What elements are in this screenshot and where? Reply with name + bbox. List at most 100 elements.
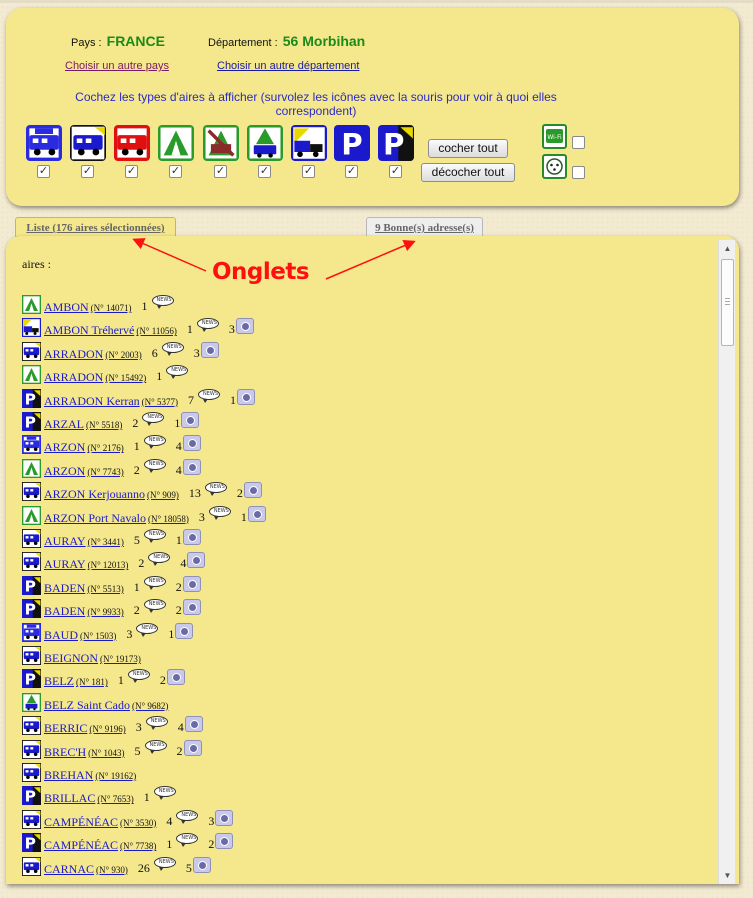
site-link[interactable]: AMBON Tréhervé (N° 11056) <box>44 323 177 338</box>
comment-bubble-icon[interactable]: NEWS <box>166 365 189 380</box>
comment-bubble-icon[interactable]: NEWS <box>198 388 220 403</box>
comment-bubble-icon[interactable]: NEWS <box>196 318 219 333</box>
motorhome-paid-icon[interactable] <box>114 125 150 161</box>
site-link[interactable]: ARRADON (N° 2003) <box>44 347 142 362</box>
scroll-thumb[interactable] <box>721 259 734 346</box>
comment-bubble-icon[interactable]: NEWS <box>136 622 159 637</box>
site-link[interactable]: BADEN (N° 9933) <box>44 604 124 619</box>
site-number: (N° 1043) <box>88 747 125 758</box>
camping-motorhome-checkbox[interactable]: ✓ <box>258 165 271 178</box>
site-link[interactable]: ARZAL (N° 5518) <box>44 417 122 432</box>
site-link[interactable]: ARZON (N° 7743) <box>44 464 124 479</box>
camera-icon[interactable] <box>182 575 201 592</box>
uncheck-all-button[interactable]: décocher tout <box>421 163 515 182</box>
motorhome-night-icon[interactable] <box>70 125 106 161</box>
camera-icon[interactable] <box>215 809 234 826</box>
camera-icon[interactable] <box>181 412 200 428</box>
comment-count: 4 NEWS <box>166 809 199 828</box>
motorhome-paid-checkbox[interactable]: ✓ <box>125 165 138 178</box>
camping-checkbox[interactable]: ✓ <box>169 165 182 178</box>
camera-icon[interactable] <box>200 341 219 358</box>
parking-night-checkbox[interactable]: ✓ <box>389 165 402 178</box>
wifi-checkbox[interactable] <box>572 136 585 149</box>
site-link[interactable]: BREHAN (N° 19162) <box>44 768 136 783</box>
comment-bubble-icon[interactable]: NEWS <box>151 295 174 309</box>
camera-icon[interactable] <box>182 435 201 452</box>
electric-plug-checkbox[interactable] <box>572 166 585 179</box>
site-link[interactable]: ARZON Kerjouanno (N° 909) <box>44 487 179 502</box>
camera-icon[interactable] <box>235 318 254 335</box>
camera-icon[interactable] <box>215 833 234 850</box>
comment-bubble-icon[interactable]: NEWS <box>176 809 199 824</box>
motorhome-night-checkbox[interactable]: ✓ <box>81 165 94 178</box>
site-link[interactable]: CAMPÉNÉAC (N° 7738) <box>44 838 156 853</box>
site-link[interactable]: AURAY (N° 12013) <box>44 557 128 572</box>
camera-icon[interactable] <box>187 552 206 569</box>
change-department-link[interactable]: Choisir un autre département <box>217 60 359 72</box>
scroll-up-arrow-icon[interactable]: ▲ <box>719 240 736 257</box>
site-link[interactable]: AMBON (N° 14071) <box>44 300 132 315</box>
site-link[interactable]: BAUD (N° 1503) <box>44 628 116 643</box>
camping-closed-icon[interactable] <box>203 125 239 161</box>
camera-icon[interactable] <box>192 856 211 873</box>
comment-bubble-icon[interactable]: NEWS <box>208 505 231 520</box>
site-link[interactable]: BADEN (N° 5513) <box>44 581 124 596</box>
comment-bubble-icon[interactable]: NEWS <box>153 786 176 801</box>
comment-bubble-icon[interactable]: NEWS <box>143 599 166 614</box>
site-link[interactable]: ARZON (N° 2176) <box>44 440 124 455</box>
tab-list[interactable]: Liste (176 aires sélectionnées) <box>15 217 176 237</box>
motorhome-service-icon[interactable] <box>26 125 62 161</box>
scroll-down-arrow-icon[interactable]: ▼ <box>719 867 736 884</box>
camera-icon[interactable] <box>247 505 266 522</box>
site-link[interactable]: BEIGNON (N° 19173) <box>44 651 141 666</box>
comment-bubble-icon[interactable]: NEWS <box>153 856 176 871</box>
comment-bubble-icon[interactable]: NEWS <box>148 552 171 567</box>
camping-icon[interactable] <box>158 125 194 161</box>
comment-bubble-icon[interactable]: NEWS <box>144 739 167 754</box>
parking-checkbox[interactable]: ✓ <box>345 165 358 178</box>
comment-bubble-icon[interactable]: NEWS <box>143 575 166 590</box>
site-link[interactable]: BERRIC (N° 9196) <box>44 721 126 736</box>
camera-icon[interactable] <box>183 739 202 756</box>
site-link[interactable]: BRILLAC (N° 7653) <box>44 791 134 806</box>
site-link[interactable]: AURAY (N° 3441) <box>44 534 124 549</box>
motorhome-service-checkbox[interactable]: ✓ <box>37 165 50 178</box>
vertical-scrollbar[interactable]: ▲ ▼ <box>718 240 735 884</box>
tab-good-addresses[interactable]: 9 Bonne(s) adresse(s) <box>366 217 483 237</box>
change-country-link[interactable]: Choisir un autre pays <box>65 60 169 72</box>
camera-icon[interactable] <box>182 458 201 475</box>
site-link[interactable]: BELZ Saint Cado (N° 9682) <box>44 698 168 713</box>
comment-bubble-icon[interactable]: NEWS <box>161 341 184 356</box>
site-link[interactable]: ARRADON (N° 15492) <box>44 370 146 385</box>
truck-night-icon[interactable] <box>291 125 327 161</box>
electric-plug-icon[interactable] <box>542 154 567 179</box>
wifi-icon[interactable]: Wi-Fi <box>542 124 567 149</box>
camping-motorhome-icon[interactable] <box>247 125 283 161</box>
site-link[interactable]: BREC'H (N° 1043) <box>44 745 125 760</box>
comment-bubble-icon[interactable]: NEWS <box>127 669 150 684</box>
comment-bubble-icon[interactable]: NEWS <box>143 435 166 450</box>
site-link[interactable]: BELZ (N° 181) <box>44 674 108 689</box>
truck-night-checkbox[interactable]: ✓ <box>302 165 315 178</box>
camera-icon[interactable] <box>182 599 201 616</box>
comment-bubble-icon[interactable]: NEWS <box>143 529 166 543</box>
site-link[interactable]: ARZON Port Navalo (N° 18058) <box>44 511 189 526</box>
camping-closed-checkbox[interactable]: ✓ <box>214 165 227 178</box>
camera-icon[interactable] <box>243 482 262 499</box>
comment-bubble-icon[interactable]: NEWS <box>143 458 166 473</box>
parking-icon[interactable]: P <box>334 125 370 161</box>
comment-bubble-icon[interactable]: NEWS <box>176 833 199 848</box>
site-link[interactable]: CARNAC (N° 930) <box>44 862 128 877</box>
site-link[interactable]: ARRADON Kerran (N° 5377) <box>44 394 178 409</box>
check-all-button[interactable]: cocher tout <box>428 139 508 158</box>
camera-icon[interactable] <box>184 716 203 733</box>
site-link[interactable]: CAMPÉNÉAC (N° 3530) <box>44 815 156 830</box>
comment-bubble-icon[interactable]: NEWS <box>142 412 165 426</box>
camera-icon[interactable] <box>237 388 255 405</box>
camera-icon[interactable] <box>166 669 185 686</box>
comment-bubble-icon[interactable]: NEWS <box>204 482 227 497</box>
comment-bubble-icon[interactable]: NEWS <box>145 716 168 731</box>
camera-icon[interactable] <box>182 529 201 545</box>
camera-icon[interactable] <box>175 622 194 639</box>
parking-night-icon[interactable]: P <box>378 125 414 161</box>
